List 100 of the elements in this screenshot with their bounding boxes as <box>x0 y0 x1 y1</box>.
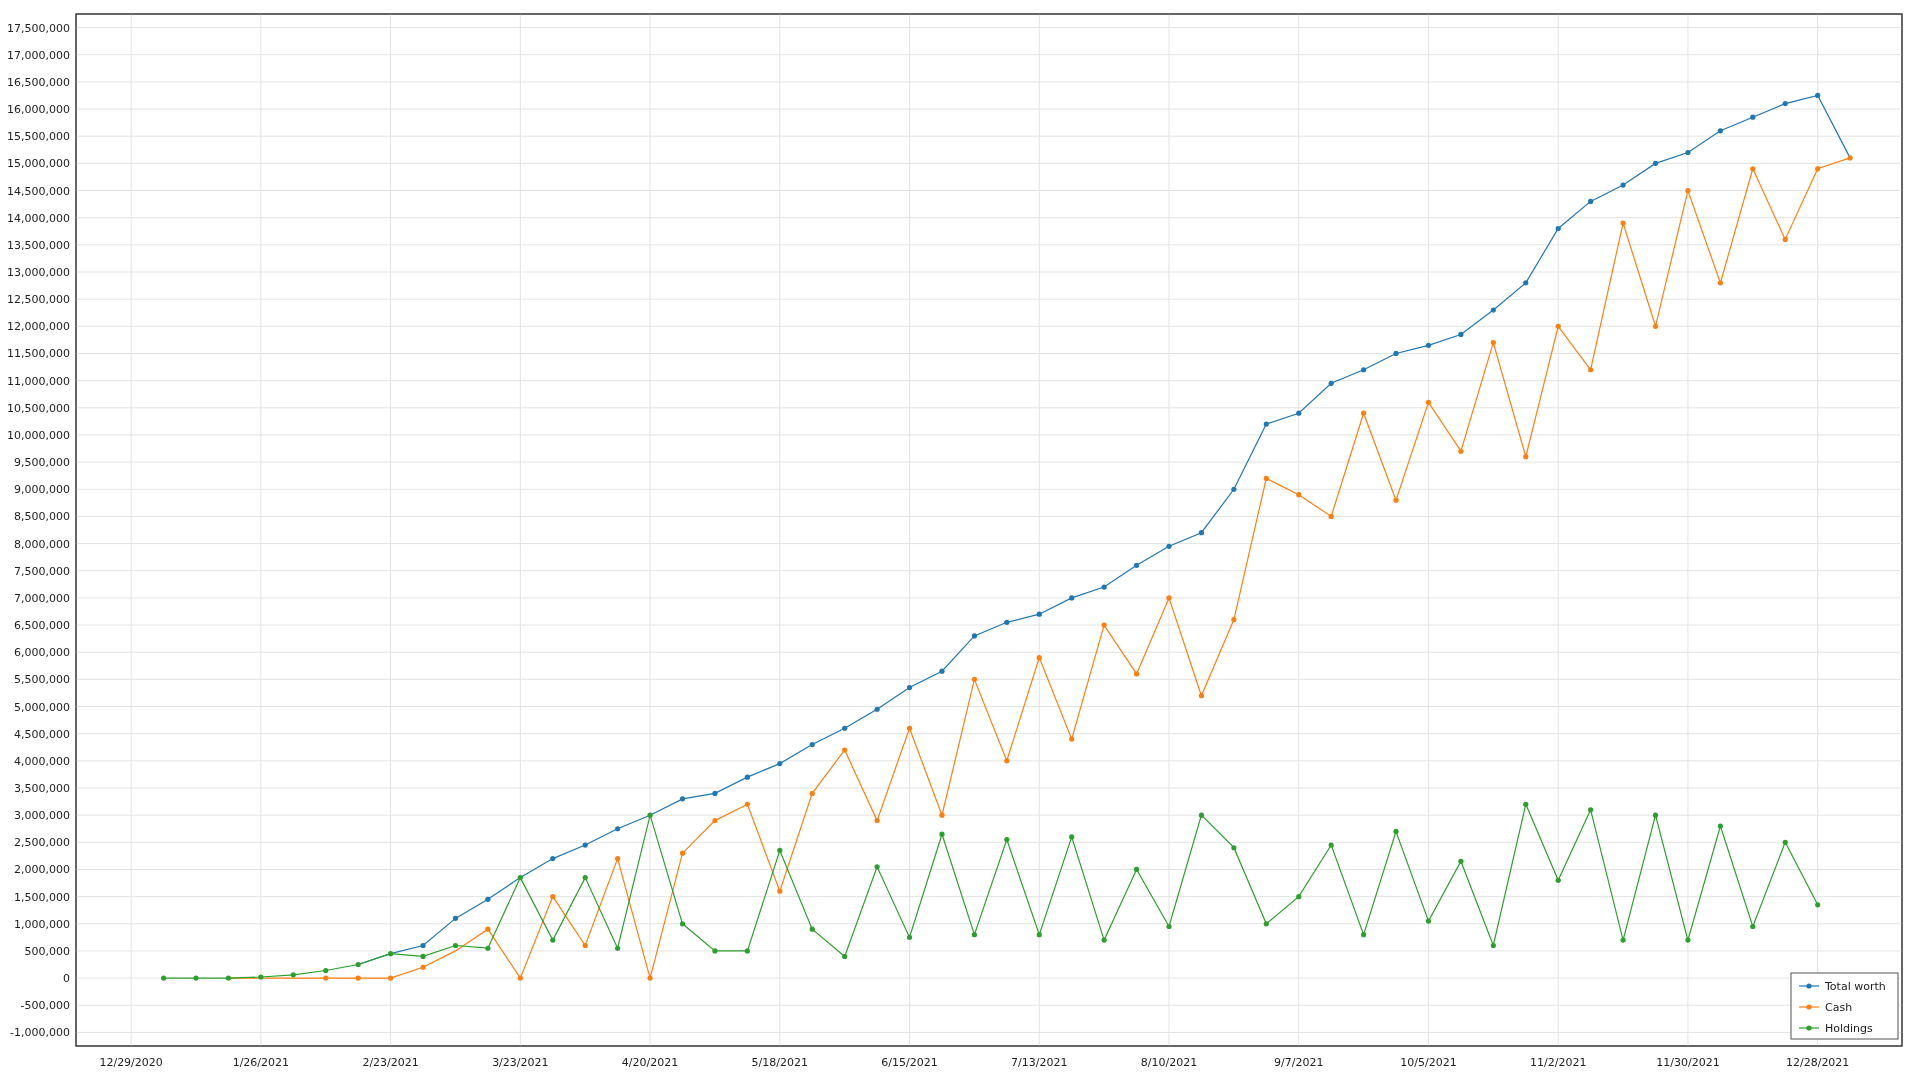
data-point <box>1523 801 1529 807</box>
data-point <box>1782 101 1788 107</box>
axis-label: 2,500,000 <box>14 836 70 850</box>
axis-label: 6,000,000 <box>14 646 70 660</box>
data-point <box>1620 220 1626 226</box>
axis-label: 4/20/2021 <box>621 1056 679 1069</box>
data-point <box>615 826 621 832</box>
data-point <box>777 760 783 767</box>
data-point <box>679 850 686 856</box>
data-point <box>452 915 459 921</box>
data-point <box>550 937 556 943</box>
data-point <box>1750 114 1756 120</box>
data-point <box>1361 410 1367 416</box>
data-point <box>485 945 491 951</box>
data-point <box>1490 942 1496 949</box>
data-point <box>1620 937 1626 943</box>
data-point <box>1393 828 1399 835</box>
data-point <box>906 934 913 940</box>
data-point <box>809 790 815 797</box>
data-point <box>225 975 232 981</box>
data-point <box>1815 902 1821 908</box>
data-point <box>1198 812 1205 818</box>
data-point <box>1263 421 1269 427</box>
axis-label: 4,000,000 <box>14 754 70 768</box>
axis-label: 6,500,000 <box>14 619 70 633</box>
data-point <box>1523 454 1529 460</box>
data-point <box>1328 380 1334 386</box>
data-point <box>420 942 426 949</box>
data-point <box>1815 166 1821 172</box>
data-point <box>1133 671 1140 677</box>
axis-label: 8,500,000 <box>14 510 70 524</box>
data-point <box>1490 307 1496 313</box>
data-point <box>1004 619 1010 625</box>
axis-label: 16,000,000 <box>7 103 70 117</box>
data-point <box>550 894 556 900</box>
axis-label: 5,000,000 <box>14 700 70 714</box>
axis-label: 13,000,000 <box>7 266 70 279</box>
data-point <box>842 725 848 731</box>
data-point <box>1652 812 1659 818</box>
data-point <box>744 774 750 780</box>
data-point <box>1425 399 1432 405</box>
data-point <box>1036 655 1042 661</box>
legend-label: Cash <box>1825 1001 1853 1014</box>
data-point <box>712 790 718 797</box>
data-point <box>1555 225 1561 232</box>
axis-label: 1/26/2021 <box>232 1056 290 1069</box>
data-point <box>1750 923 1756 930</box>
data-point <box>1555 877 1561 883</box>
axis-label: 5/18/2021 <box>751 1056 808 1069</box>
data-point <box>971 633 977 639</box>
data-point <box>1458 858 1464 864</box>
data-point <box>1328 513 1334 519</box>
data-point <box>647 975 653 981</box>
axis-label: 7/13/2021 <box>1011 1056 1068 1069</box>
data-point <box>1101 622 1107 628</box>
axis-label: 7,500,000 <box>14 564 70 578</box>
axis-label: 17,500,000 <box>7 21 70 35</box>
axis-label: 4,500,000 <box>14 727 70 741</box>
data-point <box>906 684 913 691</box>
data-point <box>712 818 718 824</box>
data-point <box>1393 497 1399 503</box>
data-point <box>1361 367 1367 373</box>
axis-label: 11/2/2021 <box>1530 1056 1587 1069</box>
data-point <box>550 856 556 862</box>
axis-label: 14,500,000 <box>7 184 70 198</box>
data-point <box>1296 894 1302 900</box>
axis-label: 500,000 <box>24 944 70 958</box>
axis-label: 2,000,000 <box>14 863 70 877</box>
axis-label: 9,000,000 <box>14 483 70 497</box>
data-point <box>1815 92 1821 99</box>
data-point <box>939 812 945 818</box>
data-point <box>1296 410 1302 416</box>
data-point <box>1101 584 1107 590</box>
axis-label: 15,500,000 <box>7 130 70 144</box>
axis-label: 9,500,000 <box>14 456 70 470</box>
data-point <box>1847 155 1853 161</box>
data-point <box>420 964 426 970</box>
data-point <box>485 926 491 932</box>
legend-label: Holdings <box>1825 1022 1873 1035</box>
data-point <box>290 972 296 978</box>
data-point <box>1133 562 1140 568</box>
data-point <box>1004 837 1010 843</box>
data-point <box>777 847 783 854</box>
data-point <box>1231 486 1237 492</box>
axis-label: 14,000,000 <box>7 211 70 225</box>
axis-label: -1,000,000 <box>10 1026 70 1040</box>
data-point <box>615 856 621 862</box>
data-point <box>388 975 394 981</box>
data-point <box>906 725 913 731</box>
data-point <box>842 953 848 959</box>
data-point <box>452 942 459 949</box>
axis-label: 11,000,000 <box>7 374 70 388</box>
axis-label: 10,000,000 <box>7 428 70 442</box>
data-point <box>582 942 588 949</box>
data-point <box>1198 693 1205 699</box>
data-point <box>1782 839 1788 845</box>
data-point <box>1231 845 1237 851</box>
data-point <box>258 974 264 980</box>
data-point <box>1296 492 1302 498</box>
data-point <box>874 818 880 824</box>
